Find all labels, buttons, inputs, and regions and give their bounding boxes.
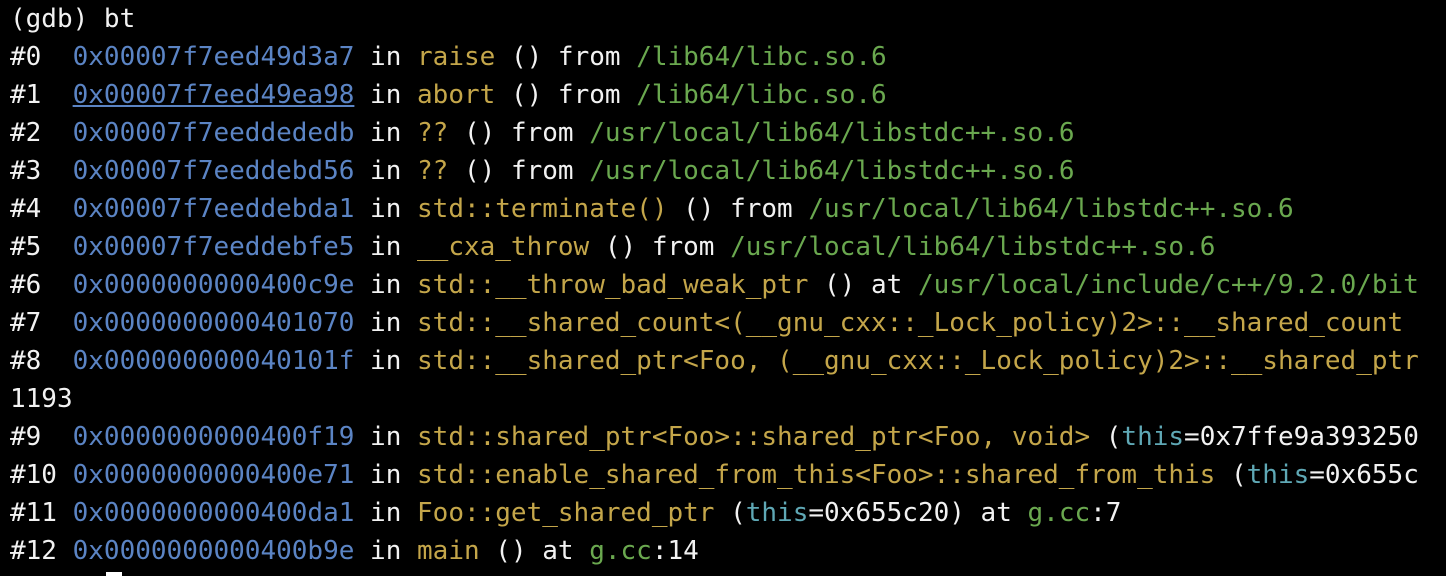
frame-address: 0x00007f7eeddebda1 <box>72 194 355 224</box>
frame-address: 0x0000000000400b9e <box>72 536 355 566</box>
plain-text: =0x655c20) at <box>808 498 1028 528</box>
function-name: __cxa_throw <box>417 232 590 262</box>
plain-text: #10 <box>10 460 73 490</box>
frame-address: 0x000000000040101f <box>72 346 355 376</box>
backtrace-line: #3 0x00007f7eeddebd56 in ?? () from /usr… <box>10 152 1074 190</box>
function-name: ?? <box>417 118 449 148</box>
function-name: std::enable_shared_from_this<Foo>::share… <box>417 460 1216 490</box>
backtrace-line: #8 0x000000000040101f in std::__shared_p… <box>10 342 1419 380</box>
plain-text: in <box>354 536 418 566</box>
function-name: std::__shared_ptr<Foo, (__gnu_cxx::_Lock… <box>417 346 1419 376</box>
plain-text: in <box>354 156 418 186</box>
plain-text: in <box>354 232 418 262</box>
frame-address: 0x0000000000400e71 <box>72 460 355 490</box>
plain-text: () from <box>495 42 637 72</box>
source-path: /lib64/libc.so.6 <box>636 80 887 110</box>
frame-address-link[interactable]: 0x00007f7eed49ea98 <box>73 80 355 110</box>
plain-text: (gdb) bt <box>10 4 136 34</box>
plain-text: () at <box>479 536 590 566</box>
source-path: /usr/local/lib64/libstdc++.so.6 <box>589 156 1075 186</box>
plain-text: #7 <box>10 308 73 338</box>
source-path: /usr/local/lib64/libstdc++.so.6 <box>589 118 1075 148</box>
frame-address: 0x0000000000400c9e <box>72 270 355 300</box>
plain-text: #2 <box>10 118 73 148</box>
backtrace-line: #7 0x0000000000401070 in std::__shared_c… <box>10 304 1403 342</box>
function-name: std::shared_ptr<Foo>::shared_ptr<Foo, vo… <box>417 422 1091 452</box>
this-keyword: this <box>745 498 809 528</box>
this-keyword: this <box>1246 460 1310 490</box>
plain-text: :14 <box>651 536 699 566</box>
plain-text: in <box>354 42 418 72</box>
frame-address: 0x00007f7eeddebfe5 <box>72 232 355 262</box>
function-name: raise <box>417 42 496 72</box>
backtrace-line: #6 0x0000000000400c9e in std::__throw_ba… <box>10 266 1419 304</box>
plain-text: () from <box>667 194 809 224</box>
plain-text: #11 <box>10 498 73 528</box>
plain-text: :7 <box>1090 498 1122 528</box>
plain-text: in <box>354 308 418 338</box>
plain-text: () from <box>589 232 731 262</box>
plain-text: #0 <box>10 42 73 72</box>
plain-text: #4 <box>10 194 73 224</box>
function-name: abort <box>417 80 496 110</box>
plain-text: in <box>354 422 418 452</box>
plain-text: in <box>354 118 418 148</box>
backtrace-line: #0 0x00007f7eed49d3a7 in raise () from /… <box>10 38 887 76</box>
plain-text: =0x655c <box>1309 460 1419 490</box>
plain-text: =0x7ffe9a393250 <box>1184 422 1419 452</box>
source-path: g.cc <box>589 536 652 566</box>
function-name: main <box>417 536 480 566</box>
backtrace-line: #10 0x0000000000400e71 in std::enable_sh… <box>10 456 1419 494</box>
plain-text: in <box>354 346 418 376</box>
backtrace-line: #12 0x0000000000400b9e in main () at g.c… <box>10 532 699 570</box>
backtrace-line: #2 0x00007f7eeddededb in ?? () from /usr… <box>10 114 1074 152</box>
plain-text: #12 <box>10 536 73 566</box>
frame-address: 0x00007f7eed49d3a7 <box>72 42 355 72</box>
function-name: std::__shared_count<(__gnu_cxx::_Lock_po… <box>417 308 1404 338</box>
plain-text: #1 <box>10 80 73 110</box>
frame-address: 0x0000000000400da1 <box>72 498 355 528</box>
frame-address: 0x00007f7eeddededb <box>72 118 355 148</box>
function-name: std::__throw_bad_weak_ptr <box>417 270 809 300</box>
plain-text: #3 <box>10 156 73 186</box>
backtrace-line: 1193 <box>10 380 73 418</box>
plain-text: ( <box>1215 460 1247 490</box>
backtrace-line: #4 0x00007f7eeddebda1 in std::terminate(… <box>10 190 1294 228</box>
backtrace-line: #1 0x00007f7eed49ea98 in abort () from /… <box>10 76 887 114</box>
plain-text: in <box>354 80 418 110</box>
plain-text: in <box>354 460 418 490</box>
plain-text: () from <box>495 80 637 110</box>
plain-text: #8 <box>10 346 73 376</box>
frame-address: 0x0000000000400f19 <box>72 422 355 452</box>
text-cursor <box>106 572 122 576</box>
plain-text: ( <box>714 498 746 528</box>
plain-text: in <box>354 194 418 224</box>
plain-text: ( <box>1090 422 1122 452</box>
backtrace-line: #9 0x0000000000400f19 in std::shared_ptr… <box>10 418 1419 456</box>
function-name: ?? <box>417 156 449 186</box>
frame-address: 0x00007f7eeddebd56 <box>72 156 355 186</box>
plain-text: #6 <box>10 270 73 300</box>
plain-text: () from <box>448 118 590 148</box>
plain-text: 1193 <box>10 384 73 414</box>
function-name: Foo::get_shared_ptr <box>417 498 715 528</box>
this-keyword: this <box>1121 422 1185 452</box>
terminal-window[interactable]: (gdb) bt #0 0x00007f7eed49d3a7 in raise (… <box>0 0 1446 576</box>
backtrace-line: #5 0x00007f7eeddebfe5 in __cxa_throw () … <box>10 228 1215 266</box>
plain-text: () from <box>448 156 590 186</box>
plain-text: #9 <box>10 422 73 452</box>
backtrace-line: #11 0x0000000000400da1 in Foo::get_share… <box>10 494 1121 532</box>
frame-address: 0x0000000000401070 <box>72 308 355 338</box>
plain-text: in <box>354 270 418 300</box>
gdb-command-line: (gdb) bt <box>10 0 135 38</box>
plain-text: #5 <box>10 232 73 262</box>
source-path: /lib64/libc.so.6 <box>636 42 887 72</box>
source-path: /usr/local/include/c++/9.2.0/bit <box>917 270 1419 300</box>
source-path: /usr/local/lib64/libstdc++.so.6 <box>808 194 1294 224</box>
function-name: std::terminate() <box>417 194 668 224</box>
plain-text: in <box>354 498 418 528</box>
source-path: /usr/local/lib64/libstdc++.so.6 <box>730 232 1216 262</box>
source-path: g.cc <box>1027 498 1091 528</box>
plain-text: () at <box>808 270 918 300</box>
